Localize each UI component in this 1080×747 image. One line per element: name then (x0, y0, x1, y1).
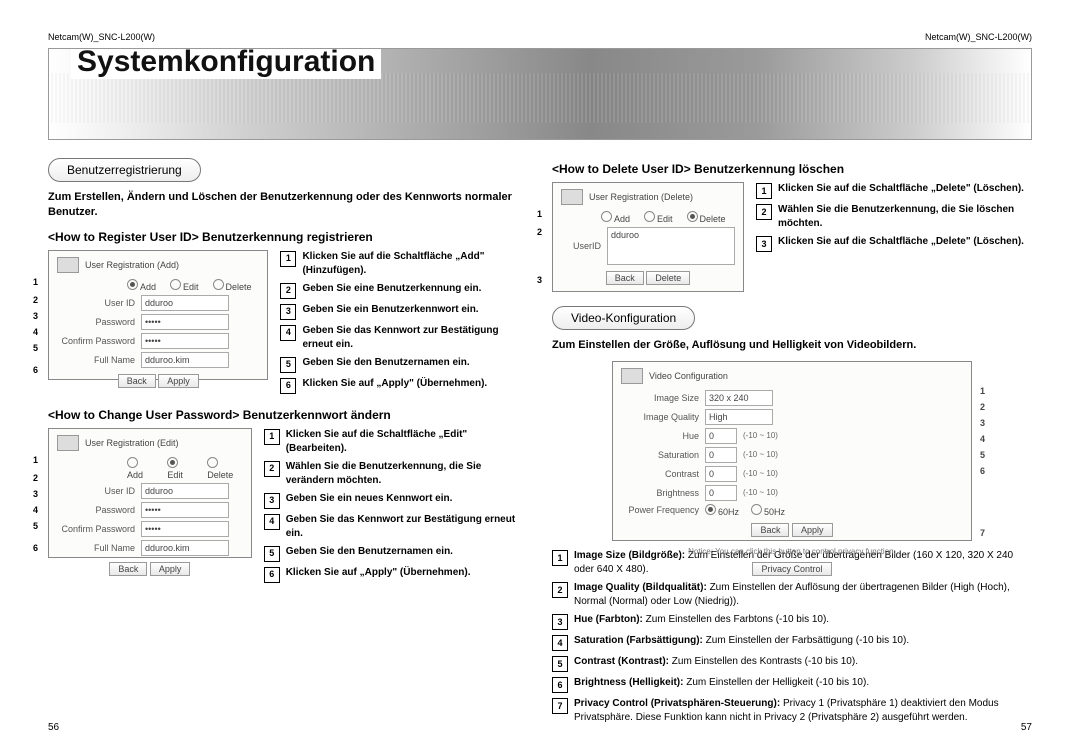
radio-50hz[interactable]: 50Hz (751, 504, 785, 517)
back-button[interactable]: Back (109, 562, 147, 576)
privacy-control-button[interactable]: Privacy Control (752, 562, 831, 576)
callout-1: 1 (33, 277, 38, 287)
radio-edit[interactable]: Edit (170, 279, 199, 292)
radio-add[interactable]: Add (127, 457, 153, 480)
page-title: Systemkonfiguration (71, 48, 381, 79)
page-number-right: 57 (1021, 722, 1032, 733)
callout-3: 3 (33, 311, 38, 321)
input-userid[interactable]: dduroo (141, 295, 229, 311)
header-bar: Netcam(W)_SNC-L200(W) Netcam(W)_SNC-L200… (48, 32, 1032, 42)
apply-button[interactable]: Apply (792, 523, 833, 537)
select-image-quality[interactable]: High (705, 409, 773, 425)
label-password: Password (57, 317, 135, 327)
intro-video: Zum Einstellen der Größe, Auflösung und … (552, 338, 1032, 353)
input-fullname[interactable]: dduroo.kim (141, 540, 229, 556)
subhead-register: <How to Register User ID> Benutzerkennun… (48, 230, 528, 244)
subhead-delete: <How to Delete User ID> Benutzerkennung … (552, 162, 1032, 176)
input-contrast[interactable]: 0 (705, 466, 737, 482)
panel-icon (57, 435, 79, 451)
label-userid: User ID (57, 298, 135, 308)
radio-add[interactable]: Add (601, 211, 630, 224)
callout-5: 5 (33, 343, 38, 353)
section-tag-video: Video-Konfiguration (552, 306, 695, 330)
radio-edit[interactable]: Edit (644, 211, 673, 224)
page-number-left: 56 (48, 722, 59, 733)
input-fullname[interactable]: dduroo.kim (141, 352, 229, 368)
radio-add[interactable]: Add (127, 279, 156, 292)
callout-2: 2 (33, 295, 38, 305)
radio-delete[interactable]: Delete (213, 279, 252, 292)
radio-delete[interactable]: Delete (687, 211, 726, 224)
header-left: Netcam(W)_SNC-L200(W) (48, 32, 155, 42)
radio-edit[interactable]: Edit (167, 457, 193, 480)
select-image-size[interactable]: 320 x 240 (705, 390, 773, 406)
radio-60hz[interactable]: 60Hz (705, 504, 739, 517)
panel-title: User Registration (Edit) (85, 438, 179, 448)
input-password[interactable]: ••••• (141, 502, 229, 518)
screenshot-register-edit: User Registration (Edit) Add Edit Delete… (48, 428, 252, 558)
input-brightness[interactable]: 0 (705, 485, 737, 501)
delete-button[interactable]: Delete (646, 271, 690, 285)
screenshot-register-add: User Registration (Add) Add Edit Delete … (48, 250, 268, 380)
apply-button[interactable]: Apply (158, 374, 199, 388)
header-right: Netcam(W)_SNC-L200(W) (925, 32, 1032, 42)
radio-delete[interactable]: Delete (207, 457, 242, 480)
left-column: Benutzerregistrierung Zum Erstellen, Änd… (48, 152, 528, 729)
label-fullname: Full Name (57, 355, 135, 365)
list-userid[interactable]: dduroo (607, 227, 735, 265)
panel-title: User Registration (Delete) (589, 192, 693, 202)
intro-user-reg: Zum Erstellen, Ändern und Löschen der Be… (48, 190, 528, 220)
select-userid[interactable]: dduroo (141, 483, 229, 499)
panel-icon (561, 189, 583, 205)
steps-change: 1Klicken Sie auf die Schaltfläche „Edit"… (264, 428, 528, 587)
panel-title: Video Configuration (649, 371, 728, 381)
back-button[interactable]: Back (751, 523, 789, 537)
back-button[interactable]: Back (606, 271, 644, 285)
panel-icon (57, 257, 79, 273)
input-confirm[interactable]: ••••• (141, 333, 229, 349)
callout-6: 6 (33, 365, 38, 375)
label-confirm: Confirm Password (57, 336, 135, 346)
panel-title: User Registration (Add) (85, 260, 179, 270)
steps-register: 1Klicken Sie auf die Schaltfläche „Add" … (280, 250, 528, 398)
page-banner: Systemkonfiguration (48, 48, 1032, 140)
document-page: Netcam(W)_SNC-L200(W) Netcam(W)_SNC-L200… (0, 0, 1080, 747)
input-hue[interactable]: 0 (705, 428, 737, 444)
screenshot-video-config: Video Configuration Image Size320 x 240 … (612, 361, 972, 541)
apply-button[interactable]: Apply (150, 562, 191, 576)
input-confirm[interactable]: ••••• (141, 521, 229, 537)
back-button[interactable]: Back (118, 374, 156, 388)
right-column: <How to Delete User ID> Benutzerkennung … (552, 152, 1032, 729)
subhead-change: <How to Change User Password> Benutzerke… (48, 408, 528, 422)
note-privacy: Notice: You can click this button to con… (621, 547, 963, 556)
section-tag-user-reg: Benutzerregistrierung (48, 158, 201, 182)
panel-icon (621, 368, 643, 384)
input-saturation[interactable]: 0 (705, 447, 737, 463)
screenshot-register-delete: User Registration (Delete) Add Edit Dele… (552, 182, 744, 292)
callout-4: 4 (33, 327, 38, 337)
steps-delete: 1Klicken Sie auf die Schaltfläche „Delet… (756, 182, 1032, 256)
input-password[interactable]: ••••• (141, 314, 229, 330)
